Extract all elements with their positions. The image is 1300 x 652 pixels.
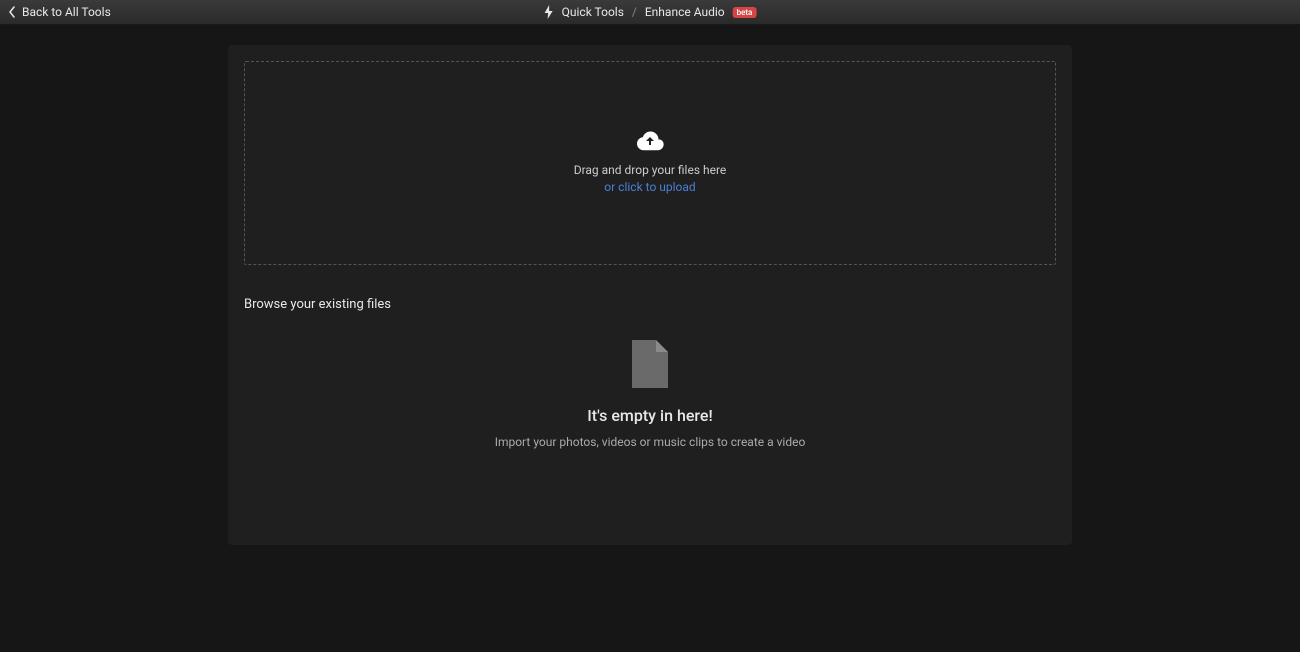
empty-title: It's empty in here! [587, 406, 712, 425]
back-label: Back to All Tools [22, 5, 111, 19]
dropzone-instruction: Drag and drop your files here [574, 163, 727, 177]
breadcrumb: Quick Tools / Enhance Audio beta [544, 5, 757, 19]
file-dropzone[interactable]: Drag and drop your files here or click t… [244, 61, 1056, 265]
lightning-icon [544, 5, 554, 19]
browse-section: Browse your existing files It's empty in… [244, 297, 1056, 529]
dropzone-upload-link[interactable]: or click to upload [604, 180, 695, 194]
breadcrumb-quick-tools[interactable]: Quick Tools [562, 5, 624, 19]
back-to-all-tools-link[interactable]: Back to All Tools [8, 5, 111, 19]
beta-badge: beta [733, 7, 757, 18]
breadcrumb-current: Enhance Audio [645, 5, 725, 19]
main-panel: Drag and drop your files here or click t… [228, 45, 1072, 545]
content-area: Drag and drop your files here or click t… [0, 25, 1300, 565]
header: Back to All Tools Quick Tools / Enhance … [0, 0, 1300, 25]
empty-description: Import your photos, videos or music clip… [495, 435, 806, 449]
empty-state: It's empty in here! Import your photos, … [244, 328, 1056, 529]
file-icon [632, 340, 668, 388]
dropzone-text: Drag and drop your files here or click t… [574, 162, 727, 196]
breadcrumb-separator: / [632, 5, 637, 19]
cloud-upload-icon [636, 130, 664, 152]
chevron-left-icon [8, 6, 16, 18]
browse-title: Browse your existing files [244, 297, 1056, 312]
